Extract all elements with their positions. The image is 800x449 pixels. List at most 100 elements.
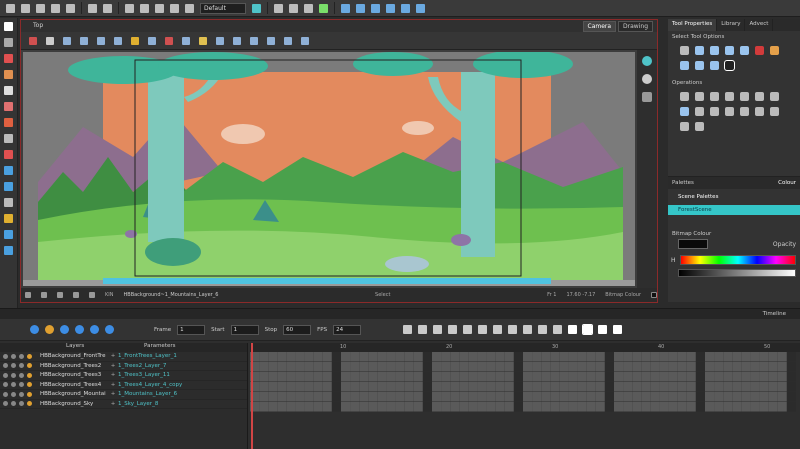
hold-icon[interactable] <box>523 325 533 334</box>
timeline-cell[interactable] <box>477 362 487 372</box>
tween-icon[interactable] <box>493 325 503 334</box>
layer-parameter[interactable]: 1_Mountains_Layer_6 <box>118 391 177 397</box>
key-icon[interactable] <box>403 325 413 334</box>
timeline-cell[interactable] <box>614 352 623 362</box>
timeline-cell[interactable] <box>359 362 369 372</box>
timeline-cell[interactable] <box>386 392 396 402</box>
timeline-cell[interactable] <box>377 382 387 392</box>
render-icon[interactable] <box>131 36 139 45</box>
timeline-cell[interactable] <box>550 352 560 362</box>
frame-ruler[interactable]: 10 20 30 40 50 <box>250 343 800 352</box>
text-icon[interactable] <box>4 86 13 95</box>
timeline-cell[interactable] <box>513 382 523 392</box>
cutter-icon[interactable] <box>4 246 13 255</box>
lasso-alt-icon[interactable] <box>770 46 779 55</box>
timeline-cell[interactable] <box>413 402 423 412</box>
timeline-cell[interactable] <box>604 362 614 372</box>
timeline-cell[interactable] <box>450 402 460 412</box>
add-keyframe-icon[interactable] <box>418 325 428 334</box>
timeline-cell[interactable] <box>422 372 432 382</box>
timeline-cell[interactable] <box>586 372 596 382</box>
lock-icon[interactable] <box>11 391 16 397</box>
timeline-cell[interactable] <box>304 362 314 372</box>
spline-icon[interactable] <box>416 3 425 13</box>
timeline-cell[interactable] <box>459 392 469 402</box>
timeline-cell[interactable] <box>677 352 687 362</box>
timeline-cell[interactable] <box>459 362 469 372</box>
timeline-cell[interactable] <box>404 402 414 412</box>
timeline-cell[interactable] <box>523 352 532 362</box>
view-icon[interactable] <box>642 74 652 84</box>
timeline-cell[interactable] <box>286 352 296 362</box>
timeline-cell[interactable] <box>541 382 551 392</box>
timeline-cell[interactable] <box>504 352 514 362</box>
bone-icon[interactable] <box>289 3 298 13</box>
timeline-cell[interactable] <box>495 352 505 362</box>
timeline-cell[interactable] <box>386 382 396 392</box>
timeline-cell[interactable] <box>777 402 787 412</box>
timeline-cell[interactable] <box>559 402 569 412</box>
timeline-cell[interactable] <box>277 382 287 392</box>
height-icon[interactable] <box>755 107 764 116</box>
timeline-cell[interactable] <box>286 402 296 412</box>
timeline-cell[interactable] <box>331 372 341 382</box>
grid-toggle-icon[interactable] <box>57 292 63 298</box>
timeline-cell[interactable] <box>286 382 296 392</box>
rotate-icon[interactable] <box>356 3 365 13</box>
timeline-cell[interactable] <box>368 352 378 362</box>
transform-option-icon[interactable] <box>695 61 704 70</box>
timeline-cell[interactable] <box>614 402 623 412</box>
timeline-cell[interactable] <box>304 392 314 402</box>
stop-motion-icon[interactable] <box>478 325 488 334</box>
rotate-90-ccw-icon[interactable] <box>725 92 734 101</box>
timeline-cell[interactable] <box>468 402 478 412</box>
timeline-cell[interactable] <box>468 392 478 402</box>
timeline-cell[interactable] <box>586 392 596 402</box>
timeline-cell[interactable] <box>259 352 269 362</box>
distribute-icon[interactable] <box>770 92 779 101</box>
timeline-cell[interactable] <box>404 382 414 392</box>
timeline-cell[interactable] <box>523 362 532 372</box>
timeline-cell[interactable] <box>368 392 378 402</box>
timeline-cell[interactable] <box>277 352 287 362</box>
timeline-cell[interactable] <box>468 382 478 392</box>
timeline-cell[interactable] <box>677 362 687 372</box>
selected-option-icon[interactable] <box>724 60 735 71</box>
mark-icon[interactable] <box>538 325 548 334</box>
link-icon[interactable] <box>371 3 380 13</box>
rotate-ccw-icon[interactable] <box>267 36 275 45</box>
onion-skin-icon[interactable] <box>63 36 71 45</box>
timeline-cell[interactable] <box>450 372 460 382</box>
lock-icon[interactable] <box>11 382 16 388</box>
snap-icon[interactable] <box>710 46 719 55</box>
timeline-cell[interactable] <box>331 352 341 362</box>
timeline-cell[interactable] <box>777 352 787 362</box>
timeline-cell[interactable] <box>695 402 705 412</box>
lock-icon[interactable] <box>11 372 16 378</box>
timeline-cell[interactable] <box>404 392 414 402</box>
timeline-cell[interactable] <box>395 352 405 362</box>
layer-row[interactable]: HBBackground_Trees2 +1_Trees2_Layer_7 <box>0 362 247 371</box>
timeline-cell[interactable] <box>359 392 369 402</box>
timeline-cell[interactable] <box>568 392 578 402</box>
zoom-out-icon[interactable] <box>301 36 309 45</box>
timeline-cell[interactable] <box>559 362 569 372</box>
timeline-cell[interactable] <box>577 382 587 392</box>
timeline-cell[interactable] <box>723 402 733 412</box>
timeline-cell[interactable] <box>513 352 523 362</box>
timeline-cell[interactable] <box>732 392 742 402</box>
timeline-cell[interactable] <box>322 392 332 402</box>
timeline-cell[interactable] <box>413 382 423 392</box>
timeline-cell[interactable] <box>404 352 414 362</box>
loop-icon[interactable] <box>45 325 54 334</box>
timeline-cell[interactable] <box>350 402 360 412</box>
timeline-cell[interactable] <box>477 372 487 382</box>
timeline-cell[interactable] <box>268 392 278 402</box>
layer-parameter[interactable]: 1_Trees3_Layer_11 <box>118 372 170 378</box>
line-icon[interactable] <box>4 134 13 143</box>
timeline-cell[interactable] <box>386 402 396 412</box>
tab-drawing[interactable]: Drawing <box>618 21 653 32</box>
timeline-cell[interactable] <box>259 392 269 402</box>
light-table-icon[interactable] <box>97 36 105 45</box>
timeline-cell[interactable] <box>577 372 587 382</box>
